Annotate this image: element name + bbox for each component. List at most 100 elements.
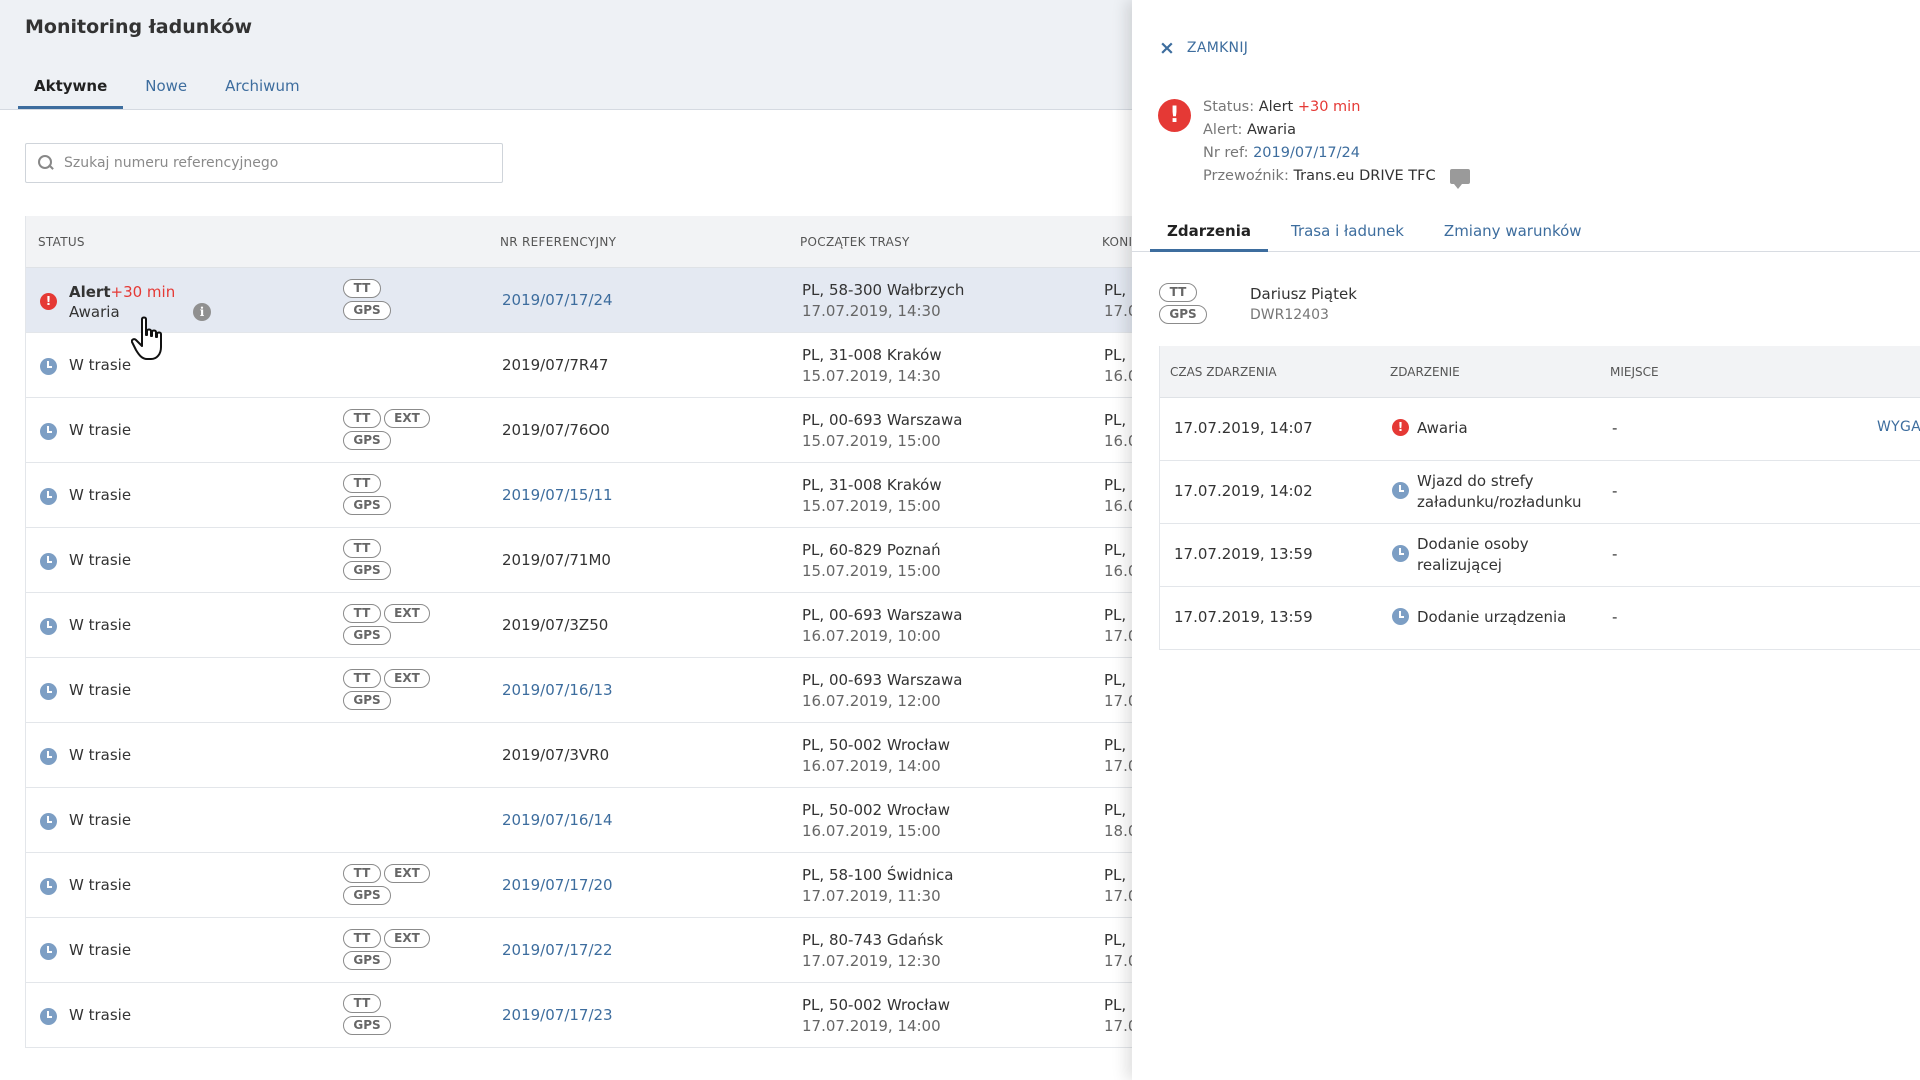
status-label: Status:: [1203, 99, 1255, 115]
event-time: 17.07.2019, 13:59: [1174, 545, 1313, 563]
tab-archiwum[interactable]: Archiwum: [209, 72, 315, 109]
reference-number[interactable]: 2019/07/16/14: [502, 811, 613, 829]
ext-badge: EXT: [384, 864, 430, 883]
details-panel: × ZAMKNIJ ! Status: Alert +30 min Alert:…: [1132, 0, 1920, 1080]
status-text: W trasie: [69, 421, 132, 439]
start-place: PL, 31-008 Kraków: [802, 476, 942, 494]
start-place: PL, 58-300 Wałbrzych: [802, 281, 965, 299]
panel-tabs: Zdarzenia Trasa i ładunek Zmiany warunkó…: [1132, 212, 1920, 252]
column-header-start[interactable]: POCZĄTEK TRASY: [800, 235, 910, 249]
start-date: 17.07.2019, 11:30: [802, 887, 941, 905]
events-body: 17.07.2019, 14:07!Awaria-WYGAŚ17.07.2019…: [1160, 398, 1920, 650]
driver-id: DWR12403: [1250, 307, 1329, 323]
status-text: W trasie: [69, 746, 132, 764]
device-badges: TT EXT GPS: [343, 409, 443, 455]
carrier-value: Trans.eu DRIVE TFC: [1293, 168, 1436, 184]
search-input[interactable]: [64, 155, 484, 171]
event-row: 17.07.2019, 14:02 Wjazd do strefy załadun…: [1160, 461, 1920, 524]
device-badges: TT GPS: [343, 474, 443, 520]
column-header-status[interactable]: STATUS: [38, 235, 85, 249]
start-date: 15.07.2019, 15:00: [802, 497, 941, 515]
table-row[interactable]: ! Alert+30 min Awaria i TT GPS 2019/07/17/24 PL…: [26, 268, 1140, 333]
close-button[interactable]: × ZAMKNIJ: [1159, 38, 1248, 58]
event-row: 17.07.2019, 14:07! Awaria - WYGAŚ: [1160, 398, 1920, 461]
tt-badge: TT: [343, 669, 381, 688]
alert-label: Alert:: [1203, 122, 1243, 138]
event-row: 17.07.2019, 13:59 Dodanie urządzenia -: [1160, 587, 1920, 650]
status-text: W trasie: [69, 551, 132, 569]
tab-zdarzenia[interactable]: Zdarzenia: [1150, 212, 1268, 252]
event-name: Wjazd do strefy załadunku/rozładunku: [1417, 472, 1582, 511]
clock-icon: [40, 1008, 57, 1025]
reference-number: 2019/07/76O0: [502, 421, 610, 439]
route-start: PL, 31-008 Kraków 15.07.2019, 14:30: [802, 345, 942, 387]
shipments-table: STATUS NR REFERENCYJNY POCZĄTEK TRASY KO…: [25, 216, 1140, 1048]
start-date: 15.07.2019, 15:00: [802, 432, 941, 450]
table-row[interactable]: W trasie TT EXT GPS 2019/07/3Z50 PL, 00-693 W…: [26, 593, 1140, 658]
tab-nowe[interactable]: Nowe: [129, 72, 203, 109]
table-row[interactable]: W trasie TT EXT GPS 2019/07/16/13 PL, 00-693 …: [26, 658, 1140, 723]
table-row[interactable]: W trasie 2019/07/3VR0 PL, 50-002 Wrocław 16…: [26, 723, 1140, 788]
reference-number[interactable]: 2019/07/17/20: [502, 876, 613, 894]
table-row[interactable]: W trasie TT EXT GPS 2019/07/17/20 PL, 58-100 …: [26, 853, 1140, 918]
tab-aktywne[interactable]: Aktywne: [18, 72, 124, 109]
clock-icon: [40, 878, 57, 895]
table-row[interactable]: W trasie TT EXT GPS 2019/07/17/22 PL, 80-743 …: [26, 918, 1140, 983]
meta-carrier-row: Przewoźnik: Trans.eu DRIVE TFC: [1203, 165, 1471, 189]
start-date: 17.07.2019, 14:30: [802, 302, 941, 320]
alert-icon: !: [40, 293, 57, 310]
clock-icon: [40, 553, 57, 570]
event-place: -: [1612, 608, 1618, 626]
clock-icon: [40, 683, 57, 700]
status-text: W trasie: [69, 811, 132, 829]
event-time: 17.07.2019, 14:07: [1174, 419, 1313, 437]
carrier-label: Przewoźnik:: [1203, 168, 1289, 184]
page-title: Monitoring ładunków: [25, 16, 253, 38]
tab-trasa-i-ladunek[interactable]: Trasa i ładunek: [1274, 212, 1421, 252]
table-row[interactable]: W trasie TT GPS 2019/07/17/23 PL, 50-002 Wro…: [26, 983, 1140, 1048]
route-start: PL, 58-100 Świdnica 17.07.2019, 11:30: [802, 865, 953, 907]
start-date: 16.07.2019, 10:00: [802, 627, 941, 645]
device-badges: TT GPS: [343, 539, 443, 585]
start-place: PL, 31-008 Kraków: [802, 346, 942, 364]
start-place: PL, 80-743 Gdańsk: [802, 931, 944, 949]
driver-name: Dariusz Piątek: [1250, 285, 1357, 303]
table-row[interactable]: W trasie TT EXT GPS 2019/07/76O0 PL, 00-693 W…: [26, 398, 1140, 463]
status-delay: +30 min: [1297, 99, 1361, 115]
event-action-link[interactable]: WYGAŚ: [1877, 419, 1920, 435]
table-row[interactable]: W trasie 2019/07/16/14 PL, 50-002 Wrocław 1…: [26, 788, 1140, 853]
route-start: PL, 00-693 Warszawa 16.07.2019, 10:00: [802, 605, 962, 647]
table-row[interactable]: W trasie TT GPS 2019/07/15/11 PL, 31-008 Kra…: [26, 463, 1140, 528]
info-icon[interactable]: i: [193, 303, 211, 321]
reference-number[interactable]: 2019/07/17/23: [502, 1006, 613, 1024]
ext-badge: EXT: [384, 669, 430, 688]
events-header: CZAS ZDARZENIA ZDARZENIE MIEJSCE: [1160, 346, 1920, 398]
reference-number[interactable]: 2019/07/17/22: [502, 941, 613, 959]
reference-number[interactable]: 2019/07/15/11: [502, 486, 613, 504]
column-header-end[interactable]: KONI: [1102, 235, 1132, 249]
table-row[interactable]: W trasie 2019/07/7R47 PL, 31-008 Kraków 15.…: [26, 333, 1140, 398]
gps-badge: GPS: [343, 431, 391, 450]
start-date: 16.07.2019, 14:00: [802, 757, 941, 775]
table-row[interactable]: W trasie TT GPS 2019/07/71M0 PL, 60-829 Pozn…: [26, 528, 1140, 593]
table-body: ! Alert+30 min Awaria i TT GPS 2019/07/17/24 PL…: [26, 268, 1140, 1048]
tab-zmiany-warunkow[interactable]: Zmiany warunków: [1427, 212, 1599, 252]
clock-icon: [40, 618, 57, 635]
search-icon: [38, 155, 54, 171]
reference-number[interactable]: 2019/07/17/24: [502, 291, 613, 309]
device-badges: TT EXT GPS: [343, 669, 443, 715]
column-header-ref[interactable]: NR REFERENCYJNY: [500, 235, 616, 249]
device-badges: TT GPS: [343, 994, 443, 1040]
search-box[interactable]: [25, 143, 503, 183]
table-header: STATUS NR REFERENCYJNY POCZĄTEK TRASY KO…: [26, 216, 1132, 268]
header-bar: Monitoring ładunków Aktywne Nowe Archiwu…: [0, 0, 1132, 110]
close-label: ZAMKNIJ: [1186, 40, 1249, 56]
chat-icon[interactable]: [1450, 168, 1471, 189]
status-text: W trasie: [69, 486, 132, 504]
ref-link[interactable]: 2019/07/17/24: [1253, 145, 1360, 161]
tt-badge: TT: [343, 279, 381, 298]
reference-number[interactable]: 2019/07/16/13: [502, 681, 613, 699]
start-place: PL, 50-002 Wrocław: [802, 801, 950, 819]
device-badges: TT GPS: [343, 279, 443, 325]
clock-icon: [1392, 545, 1409, 562]
